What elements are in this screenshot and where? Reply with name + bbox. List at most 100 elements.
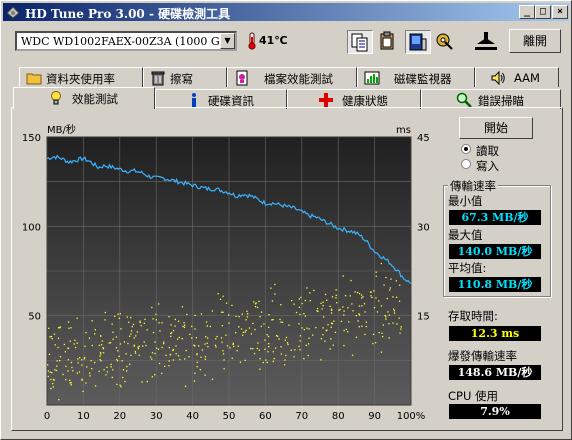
- copy-info-button[interactable]: [347, 30, 373, 54]
- access-time-point: [131, 326, 133, 328]
- access-time-point: [116, 383, 118, 385]
- screenshot-icon: [409, 33, 427, 51]
- radio-write-dot[interactable]: [461, 159, 471, 169]
- x-tick: 80: [332, 411, 345, 422]
- access-time-point: [364, 311, 366, 313]
- access-time-point: [343, 310, 345, 312]
- options-button[interactable]: [433, 30, 459, 54]
- access-time-label: 存取時間:: [448, 309, 498, 323]
- access-time-point: [370, 295, 372, 297]
- access-time-point: [363, 303, 366, 305]
- access-time-point: [361, 297, 363, 299]
- access-time-point: [290, 349, 292, 351]
- access-time-point: [270, 287, 272, 289]
- tab-benchmark[interactable]: 效能測試: [13, 87, 155, 109]
- screenshot-button[interactable]: [405, 30, 431, 54]
- access-time-point: [159, 330, 161, 332]
- access-time-point: [78, 371, 81, 373]
- access-time-point: [383, 284, 385, 286]
- tab-health[interactable]: 健康狀態: [287, 89, 421, 109]
- lightbulb-icon: [51, 91, 61, 105]
- access-time-point: [266, 334, 268, 336]
- access-time-point: [143, 341, 145, 343]
- access-time-point: [232, 342, 234, 345]
- close-button[interactable]: ×: [552, 5, 568, 19]
- tab-file-benchmark[interactable]: 檔案效能測試: [227, 67, 357, 87]
- access-time-point: [400, 328, 402, 330]
- monitor-icon: [364, 71, 380, 85]
- access-time-point: [169, 354, 171, 356]
- access-time-point: [165, 354, 167, 356]
- access-time-point: [274, 347, 277, 349]
- access-time-point: [111, 323, 113, 325]
- access-time-point: [267, 335, 270, 338]
- access-time-point: [260, 311, 263, 313]
- radio-read-dot[interactable]: [461, 144, 471, 154]
- access-time-point: [268, 326, 270, 328]
- exit-button[interactable]: 離開: [509, 29, 561, 53]
- access-time-point: [211, 310, 213, 312]
- access-time-point: [206, 342, 208, 344]
- access-time-point: [84, 345, 86, 347]
- access-time-point: [178, 336, 181, 339]
- access-time-point: [358, 292, 361, 295]
- access-time-point: [49, 336, 51, 338]
- access-time-point: [248, 327, 251, 329]
- burst-rate-label: 爆發傳輸速率: [448, 349, 517, 363]
- copy-clipboard-button[interactable]: [375, 30, 401, 54]
- access-time-point: [132, 323, 135, 326]
- minimize-button[interactable]: _: [519, 5, 535, 19]
- x-tick: 30: [150, 411, 163, 422]
- eject-button[interactable]: [471, 30, 501, 54]
- tab-disk-monitor[interactable]: 磁碟監視器: [357, 67, 475, 87]
- tab-drive-info[interactable]: 硬碟資訊: [155, 89, 287, 109]
- access-time-point: [298, 323, 300, 325]
- access-time-point: [214, 344, 217, 346]
- access-time-point: [56, 360, 58, 362]
- access-time-point: [235, 315, 237, 317]
- access-time-point: [57, 337, 60, 339]
- access-time-point: [194, 372, 196, 374]
- access-time-point: [114, 315, 116, 317]
- access-time-point: [69, 382, 71, 384]
- access-time-point: [256, 347, 258, 350]
- drive-select[interactable]: WDC WD1002FAEX-00Z3A (1000 GB) ▼: [15, 31, 237, 51]
- access-time-point: [170, 332, 172, 335]
- cpu-usage-value: 7.9%: [449, 404, 541, 419]
- access-time-point: [385, 316, 387, 318]
- access-time-point: [103, 369, 105, 371]
- tab-aam[interactable]: AAM: [475, 67, 559, 87]
- drive-select-value: WDC WD1002FAEX-00Z3A (1000 GB): [21, 35, 232, 48]
- access-time-point: [170, 324, 172, 326]
- access-time-point: [235, 332, 237, 334]
- start-button[interactable]: 開始: [459, 117, 533, 139]
- access-time-point: [221, 325, 223, 327]
- access-time-point: [351, 303, 353, 305]
- access-time-point: [65, 365, 67, 367]
- access-time-point: [52, 386, 54, 388]
- access-time-point: [355, 336, 358, 338]
- access-time-point: [183, 326, 186, 328]
- access-time-point: [209, 325, 211, 328]
- tab-folder-usage[interactable]: 資料夾使用率: [19, 67, 143, 87]
- title-bar[interactable]: HD Tune Pro 3.00 - 硬碟檢測工具 _ □ ×: [3, 3, 569, 21]
- maximize-button[interactable]: □: [535, 5, 551, 19]
- access-time-point: [253, 352, 256, 355]
- chevron-down-icon[interactable]: ▼: [220, 33, 235, 49]
- access-time-point: [382, 335, 384, 338]
- benchmark-chart: MB/秒 ms150100504530150 10 20 30 40 50 60 70 80 90 1…: [22, 123, 430, 422]
- access-time-point: [375, 342, 377, 344]
- access-time-point: [228, 314, 230, 316]
- access-time-point: [168, 346, 170, 349]
- y-right-tick: 45: [417, 133, 430, 144]
- tab-error-scan[interactable]: 錯誤掃瞄: [421, 89, 561, 109]
- access-time-point: [72, 370, 74, 372]
- access-time-point: [329, 305, 331, 307]
- access-time-point: [151, 352, 154, 354]
- tab-erase[interactable]: 擦寫: [143, 67, 227, 87]
- access-time-point: [393, 308, 395, 310]
- access-time-point: [356, 291, 359, 294]
- access-time-point: [194, 328, 196, 330]
- access-time-point: [244, 359, 246, 362]
- access-time-point: [342, 275, 344, 277]
